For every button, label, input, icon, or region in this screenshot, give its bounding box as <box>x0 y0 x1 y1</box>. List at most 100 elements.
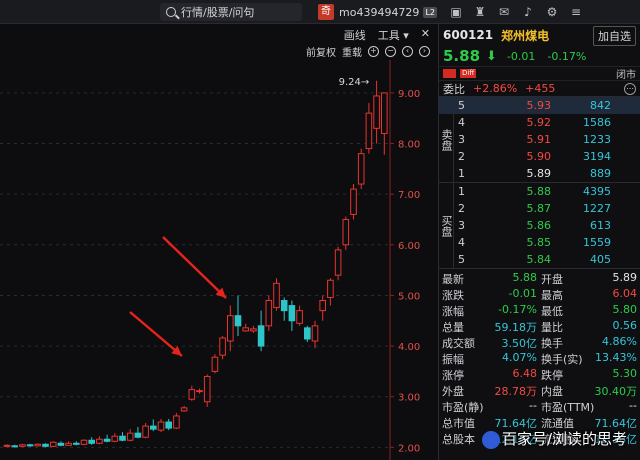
tools-button[interactable]: 工具 ▾ <box>378 27 409 43</box>
add-watchlist-button[interactable]: 加自选 <box>593 26 636 46</box>
stats-row: 涨幅 -0.17% 最低 5.80 <box>439 303 640 319</box>
candle-body <box>334 249 342 276</box>
buy-row[interactable]: 1 5.88 4395 <box>439 183 640 200</box>
bell-icon[interactable]: ♪ <box>520 4 536 20</box>
stat-value: 6.48 <box>512 367 538 380</box>
price-row: 5.88 ⬇ -0.01 -0.17% <box>439 46 640 66</box>
buy-volume: 1227 <box>583 202 611 215</box>
candle-body <box>150 425 157 430</box>
stat-value: 0.56 <box>612 319 638 332</box>
stat-value: -- <box>529 399 537 412</box>
sell-row[interactable]: 2 5.90 3194 <box>439 148 640 165</box>
overlay-button[interactable]: 重载 <box>342 44 362 59</box>
zoom-out-icon[interactable]: − <box>385 46 396 57</box>
candle-body <box>134 432 142 438</box>
gear-icon[interactable]: ⚙ <box>544 4 560 20</box>
candle-body <box>126 432 134 441</box>
candle-body <box>142 425 149 438</box>
sell-price: 5.92 <box>526 116 552 129</box>
order-ratio-label: 委比 <box>443 82 465 96</box>
candle-body <box>350 188 357 215</box>
stat-value: 4.07% <box>502 351 537 364</box>
high-marker-label: 9.24→ <box>339 77 370 88</box>
stat-label: 最高 <box>541 289 563 302</box>
sell-row[interactable]: 4 5.92 1586 <box>439 114 640 131</box>
draw-line-button[interactable]: 画线 <box>344 27 366 43</box>
candle-body <box>157 421 165 431</box>
stats-row: 外盘 28.78万 内盘 30.40万 <box>439 383 640 399</box>
buy-level: 1 <box>458 185 465 198</box>
sell-row[interactable]: 5 5.93 842 <box>439 97 640 114</box>
app-logo: 奇 <box>318 4 334 20</box>
forward-icon[interactable]: › <box>419 46 430 57</box>
buy-price: 5.87 <box>526 202 552 215</box>
buy-level: 2 <box>458 202 465 215</box>
price-change-pct: -0.17% <box>547 49 587 63</box>
candle-body <box>365 112 373 150</box>
candle-body <box>381 92 388 134</box>
buy-volume: 4395 <box>583 185 611 198</box>
shirt-icon[interactable]: ♜ <box>472 4 488 20</box>
buy-row[interactable]: 2 5.87 1227 <box>439 200 640 217</box>
candle-body <box>227 315 234 342</box>
tools-label: 工具 <box>377 29 400 42</box>
more-icon[interactable]: ⋯ <box>624 82 636 95</box>
mail-icon[interactable]: ✉ <box>496 4 512 20</box>
stats-row: 最新 5.88 开盘 5.89 <box>439 271 640 287</box>
quote-panel: 600121 郑州煤电 加自选 5.88 ⬇ -0.01 -0.17% Diff… <box>438 24 640 460</box>
stat-label: 量比 <box>541 321 563 334</box>
search-input[interactable]: 行情/股票/问句 <box>160 3 302 21</box>
top-bar: 行情/股票/问句 奇 mo439494729 L2 ▣ ♜ ✉ ♪ ⚙ ≡ <box>0 0 640 24</box>
buy-row[interactable]: 5 5.84 405 <box>439 251 640 268</box>
candle-body <box>188 389 196 400</box>
sell-volume: 1233 <box>583 133 611 146</box>
kline-chart[interactable]: 9.00 8.00 7.00 6.00 5.00 4.00 3.00 2.00 9.24→ <box>0 60 436 460</box>
buy-volume: 613 <box>590 219 611 232</box>
stat-label: 跌停 <box>541 369 563 382</box>
close-icon[interactable]: ✕ <box>421 27 430 43</box>
y-tick-label: 6.00 <box>398 241 420 252</box>
user-account[interactable]: 奇 mo439494729 L2 <box>318 3 437 21</box>
stat-label: 总市值 <box>442 417 475 430</box>
menu-icon[interactable]: ≡ <box>568 4 584 20</box>
zoom-in-icon[interactable]: + <box>368 46 379 57</box>
y-tick-label: 9.00 <box>398 89 420 100</box>
buy-price: 5.88 <box>526 185 552 198</box>
watermark: 百家号/浏读的思考 <box>482 428 627 449</box>
stat-label: 换手 <box>541 337 563 350</box>
sell-price: 5.93 <box>526 99 552 112</box>
sell-level: 3 <box>458 133 465 146</box>
candle-body <box>196 390 203 393</box>
order-ratio-pct: +2.86% <box>473 82 518 95</box>
sell-level: 1 <box>458 167 465 180</box>
sell-row[interactable]: 1 5.89 889 <box>439 165 640 182</box>
level-badge: L2 <box>423 6 437 18</box>
stat-value: -- <box>629 399 637 412</box>
candle-body <box>311 325 319 342</box>
adjust-button[interactable]: 前复权 <box>306 44 336 59</box>
candle-body <box>280 300 288 312</box>
buy-row[interactable]: 4 5.85 1559 <box>439 234 640 251</box>
stats-table: 最新 5.88 开盘 5.89 涨跌 -0.01 最高 6.04 涨幅 -0.17% 最低 5.80 总… <box>439 268 640 447</box>
sell-row[interactable]: 3 5.91 1233 <box>439 131 640 148</box>
stock-name: 郑州煤电 <box>501 28 550 43</box>
order-ratio-row: 委比 +2.86% +455 ⋯ <box>439 80 640 96</box>
buy-row[interactable]: 3 5.86 613 <box>439 217 640 234</box>
stat-value: -0.17% <box>498 303 537 316</box>
quote-header: 600121 郑州煤电 加自选 <box>439 24 640 46</box>
stats-row: 振幅 4.07% 换手(实) 13.43% <box>439 351 640 367</box>
inbox-icon[interactable]: ▣ <box>448 4 464 20</box>
stats-row: 市盈(静) -- 市盈(TTM) -- <box>439 399 640 415</box>
candle-body <box>119 435 126 441</box>
y-tick-label: 3.00 <box>398 393 420 404</box>
stat-value: 5.88 <box>512 271 538 284</box>
back-icon[interactable]: ‹ <box>402 46 413 57</box>
stat-value: 6.04 <box>612 287 638 300</box>
stat-label: 最低 <box>541 305 563 318</box>
stat-value: 30.40万 <box>594 385 638 398</box>
stats-row: 涨停 6.48 跌停 5.30 <box>439 367 640 383</box>
stat-label: 涨停 <box>442 369 464 382</box>
y-tick-label: 7.00 <box>398 190 420 201</box>
diff-badge: Diff <box>460 69 477 78</box>
candle-body <box>19 444 26 447</box>
